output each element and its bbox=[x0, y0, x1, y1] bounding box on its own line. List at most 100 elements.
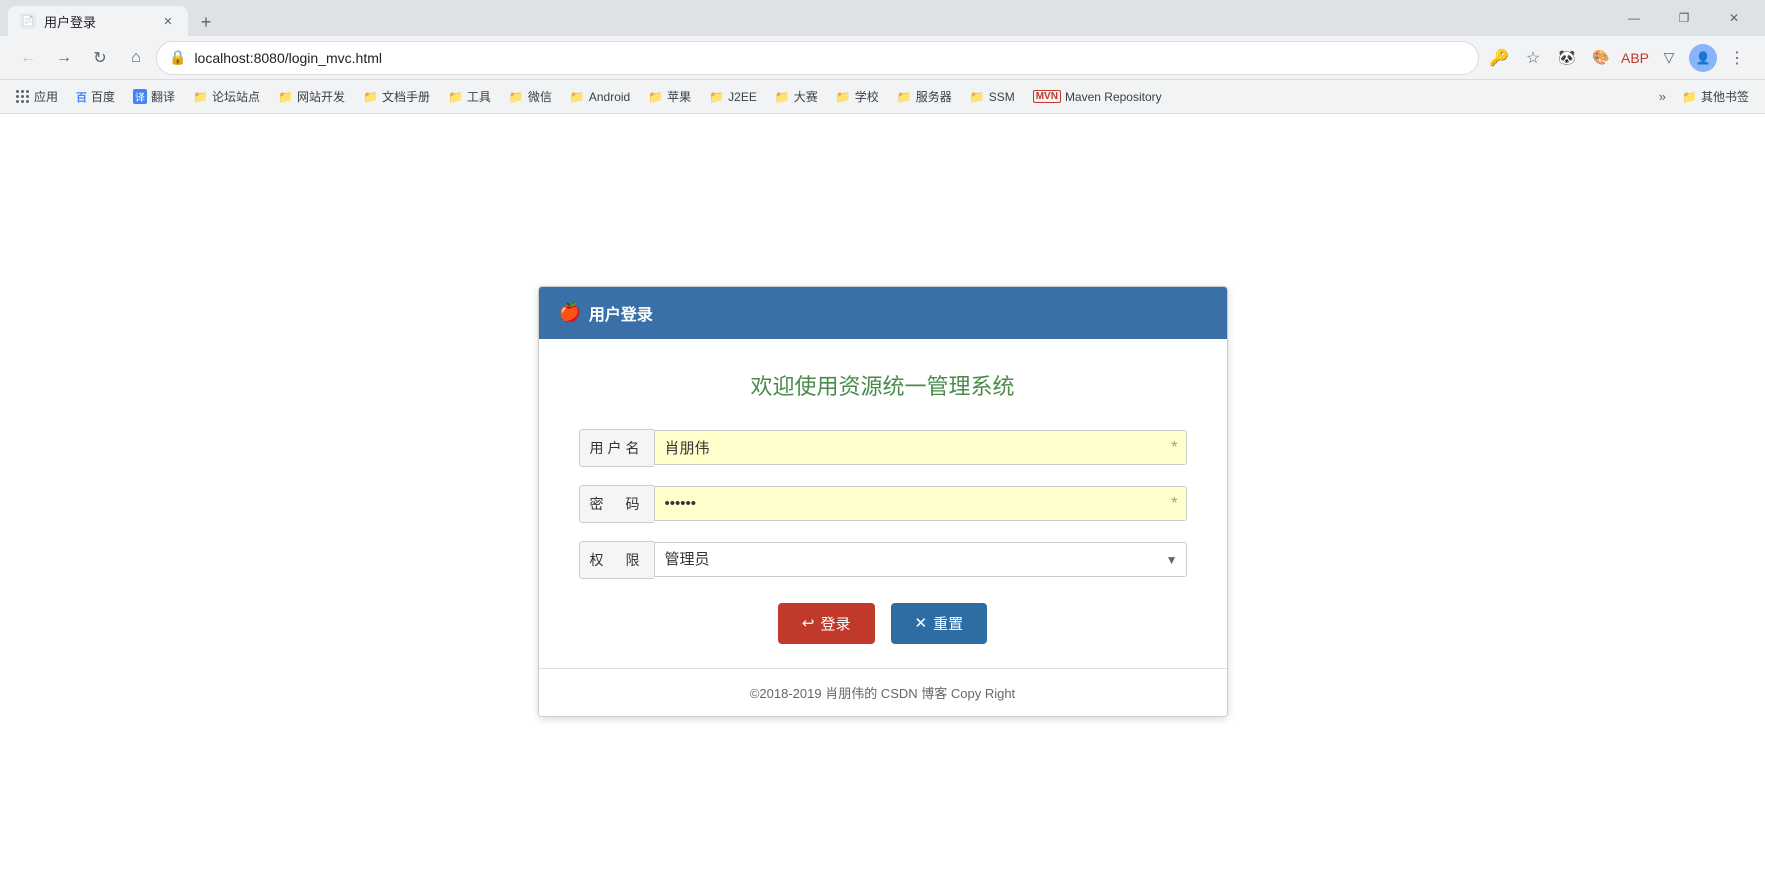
bookmark-docs[interactable]: 📁 文档手册 bbox=[355, 84, 438, 110]
bookmarks-more-button[interactable]: » bbox=[1653, 84, 1672, 110]
bookmarks-bar: 应用 百 百度 译 翻译 📁 论坛站点 📁 网站开发 📁 文档手册 📁 工具 bbox=[0, 80, 1765, 114]
bookmark-j2ee-label: J2EE bbox=[728, 90, 757, 104]
profile-avatar: 👤 bbox=[1689, 44, 1717, 72]
bookmark-forum-label: 论坛站点 bbox=[212, 88, 260, 105]
folder-android-icon: 📁 bbox=[570, 90, 585, 104]
title-bar: 📄 用户登录 ✕ + — ❐ ✕ bbox=[0, 0, 1765, 36]
bookmark-forum[interactable]: 📁 论坛站点 bbox=[185, 84, 268, 110]
reload-button[interactable]: ↻ bbox=[84, 42, 116, 74]
maximize-button[interactable]: ❐ bbox=[1661, 0, 1707, 36]
password-label: 密 码 bbox=[579, 485, 654, 523]
extension-color-icon[interactable]: 🎨 bbox=[1585, 42, 1617, 74]
reset-icon: ✕ bbox=[915, 614, 928, 632]
bookmark-server-label: 服务器 bbox=[916, 88, 952, 105]
close-button[interactable]: ✕ bbox=[1711, 0, 1757, 36]
folder-other-icon: 📁 bbox=[1682, 90, 1697, 104]
bookmark-contest-label: 大赛 bbox=[794, 88, 818, 105]
login-card: 🍎 用户登录 欢迎使用资源统一管理系统 用户名 * 密 码 * bbox=[538, 286, 1228, 717]
login-button[interactable]: ↩ 登录 bbox=[778, 603, 875, 644]
profile-button[interactable]: 👤 bbox=[1687, 42, 1719, 74]
new-tab-button[interactable]: + bbox=[192, 8, 220, 36]
folder-wechat-icon: 📁 bbox=[509, 90, 524, 104]
password-asterisk: * bbox=[1163, 495, 1185, 513]
bookmark-apps-label: 应用 bbox=[34, 88, 58, 105]
folder-j2ee-icon: 📁 bbox=[709, 90, 724, 104]
forward-button[interactable]: → bbox=[48, 42, 80, 74]
card-footer: ©2018-2019 肖朋伟的 CSDN 博客 Copy Right bbox=[539, 668, 1227, 716]
username-row: 用户名 * bbox=[579, 429, 1187, 467]
form-actions: ↩ 登录 ✕ 重置 bbox=[579, 603, 1187, 644]
bookmark-j2ee[interactable]: 📁 J2EE bbox=[701, 84, 765, 110]
bookmark-apple[interactable]: 📁 苹果 bbox=[640, 84, 699, 110]
fanyi-icon: 译 bbox=[133, 89, 147, 104]
folder-school-icon: 📁 bbox=[836, 90, 851, 104]
extension-vpn-icon[interactable]: ▽ bbox=[1653, 42, 1685, 74]
username-input[interactable] bbox=[655, 431, 1164, 464]
folder-docs-icon: 📁 bbox=[363, 90, 378, 104]
bookmark-apple-label: 苹果 bbox=[667, 88, 691, 105]
tab-close-button[interactable]: ✕ bbox=[160, 13, 176, 29]
bookmark-baidu[interactable]: 百 百度 bbox=[68, 84, 123, 110]
bookmark-webdev[interactable]: 📁 网站开发 bbox=[270, 84, 353, 110]
extension-panda-icon[interactable]: 🐼 bbox=[1551, 42, 1583, 74]
other-bookmarks-label: 其他书签 bbox=[1701, 88, 1749, 105]
role-row: 权 限 管理员 普通用户 ▼ bbox=[579, 541, 1187, 579]
window-controls: — ❐ ✕ bbox=[1611, 0, 1757, 36]
bookmark-webdev-label: 网站开发 bbox=[297, 88, 345, 105]
role-select[interactable]: 管理员 普通用户 bbox=[655, 543, 1158, 576]
folder-webdev-icon: 📁 bbox=[278, 90, 293, 104]
card-header-title: 用户登录 bbox=[589, 301, 653, 325]
minimize-button[interactable]: — bbox=[1611, 0, 1657, 36]
other-bookmarks-button[interactable]: 📁 其他书签 bbox=[1674, 84, 1757, 110]
bookmark-tools[interactable]: 📁 工具 bbox=[440, 84, 499, 110]
bookmark-wechat[interactable]: 📁 微信 bbox=[501, 84, 560, 110]
login-button-label: 登录 bbox=[820, 613, 850, 634]
select-arrow-icon: ▼ bbox=[1158, 553, 1186, 567]
footer-text: ©2018-2019 肖朋伟的 CSDN 博客 Copy Right bbox=[750, 686, 1015, 701]
bookmark-android[interactable]: 📁 Android bbox=[562, 84, 638, 110]
bookmark-apps[interactable]: 应用 bbox=[8, 84, 66, 110]
bookmark-wechat-label: 微信 bbox=[528, 88, 552, 105]
menu-button[interactable]: ⋮ bbox=[1721, 42, 1753, 74]
folder-contest-icon: 📁 bbox=[775, 90, 790, 104]
bookmark-ssm[interactable]: 📁 SSM bbox=[962, 84, 1023, 110]
reset-button[interactable]: ✕ 重置 bbox=[891, 603, 988, 644]
back-button[interactable]: ← bbox=[12, 42, 44, 74]
secure-icon: 🔒 bbox=[169, 49, 186, 66]
password-input[interactable] bbox=[655, 487, 1164, 520]
bookmark-star-icon[interactable]: ☆ bbox=[1517, 42, 1549, 74]
login-icon: ↩ bbox=[802, 614, 815, 632]
card-header: 🍎 用户登录 bbox=[539, 287, 1227, 339]
username-label: 用户名 bbox=[579, 429, 654, 467]
home-button[interactable]: ⌂ bbox=[120, 42, 152, 74]
folder-apple-icon: 📁 bbox=[648, 90, 663, 104]
bookmark-fanyi[interactable]: 译 翻译 bbox=[125, 84, 183, 110]
bookmark-ssm-label: SSM bbox=[989, 90, 1015, 104]
tab-strip: 📄 用户登录 ✕ + bbox=[8, 0, 1611, 36]
bookmark-server[interactable]: 📁 服务器 bbox=[889, 84, 960, 110]
password-row: 密 码 * bbox=[579, 485, 1187, 523]
navigation-bar: ← → ↻ ⌂ 🔒 localhost:8080/login_mvc.html … bbox=[0, 36, 1765, 80]
username-input-wrap: * bbox=[654, 430, 1187, 465]
role-select-wrap: 管理员 普通用户 ▼ bbox=[654, 542, 1187, 577]
role-label: 权 限 bbox=[579, 541, 654, 579]
bookmark-school[interactable]: 📁 学校 bbox=[828, 84, 887, 110]
active-tab[interactable]: 📄 用户登录 ✕ bbox=[8, 6, 188, 36]
extension-adblock-icon[interactable]: ABP bbox=[1619, 42, 1651, 74]
folder-server-icon: 📁 bbox=[897, 90, 912, 104]
card-body: 欢迎使用资源统一管理系统 用户名 * 密 码 * 权 限 bbox=[539, 339, 1227, 644]
bookmark-contest[interactable]: 📁 大赛 bbox=[767, 84, 826, 110]
password-manager-icon[interactable]: 🔑 bbox=[1483, 42, 1515, 74]
username-asterisk: * bbox=[1163, 439, 1185, 457]
maven-icon: MVN bbox=[1033, 90, 1061, 103]
nav-right-icons: 🔑 ☆ 🐼 🎨 ABP ▽ 👤 ⋮ bbox=[1483, 42, 1753, 74]
password-input-wrap: * bbox=[654, 486, 1187, 521]
reset-button-label: 重置 bbox=[933, 613, 963, 634]
tab-title: 用户登录 bbox=[44, 12, 152, 31]
bookmark-maven-label: Maven Repository bbox=[1065, 90, 1162, 104]
folder-tools-icon: 📁 bbox=[448, 90, 463, 104]
bookmark-maven[interactable]: MVN Maven Repository bbox=[1025, 84, 1170, 110]
tab-favicon: 📄 bbox=[20, 13, 36, 29]
address-bar[interactable]: 🔒 localhost:8080/login_mvc.html bbox=[156, 41, 1479, 75]
folder-forum-icon: 📁 bbox=[193, 90, 208, 104]
